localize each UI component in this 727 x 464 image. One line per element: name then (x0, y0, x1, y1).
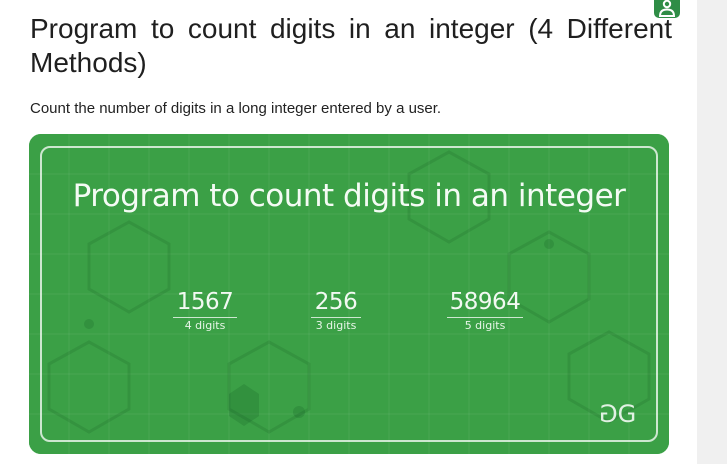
article-description: Count the number of digits in a long int… (30, 100, 442, 117)
example-item: 1567 4 digits (173, 288, 237, 334)
example-number: 256 (311, 288, 361, 318)
example-digit-count: 4 digits (184, 319, 226, 332)
example-digit-count: 5 digits (464, 319, 506, 332)
example-number: 1567 (173, 288, 237, 318)
right-sidebar (697, 0, 727, 464)
banner-title: Program to count digits in an integer (72, 178, 626, 214)
example-number: 58964 (447, 288, 523, 318)
example-digit-count: 3 digits (315, 319, 357, 332)
example-item: 256 3 digits (311, 288, 361, 334)
article-content: Program to count digits in an integer (4… (0, 0, 697, 464)
article-featured-image: Program to count digits in an integer 15… (29, 134, 669, 454)
person-icon (658, 0, 676, 17)
user-account-icon[interactable] (654, 0, 680, 18)
page-title: Program to count digits in an integer (4… (30, 13, 672, 78)
example-item: 58964 5 digits (447, 288, 523, 334)
gfg-logo: GG (601, 400, 636, 428)
